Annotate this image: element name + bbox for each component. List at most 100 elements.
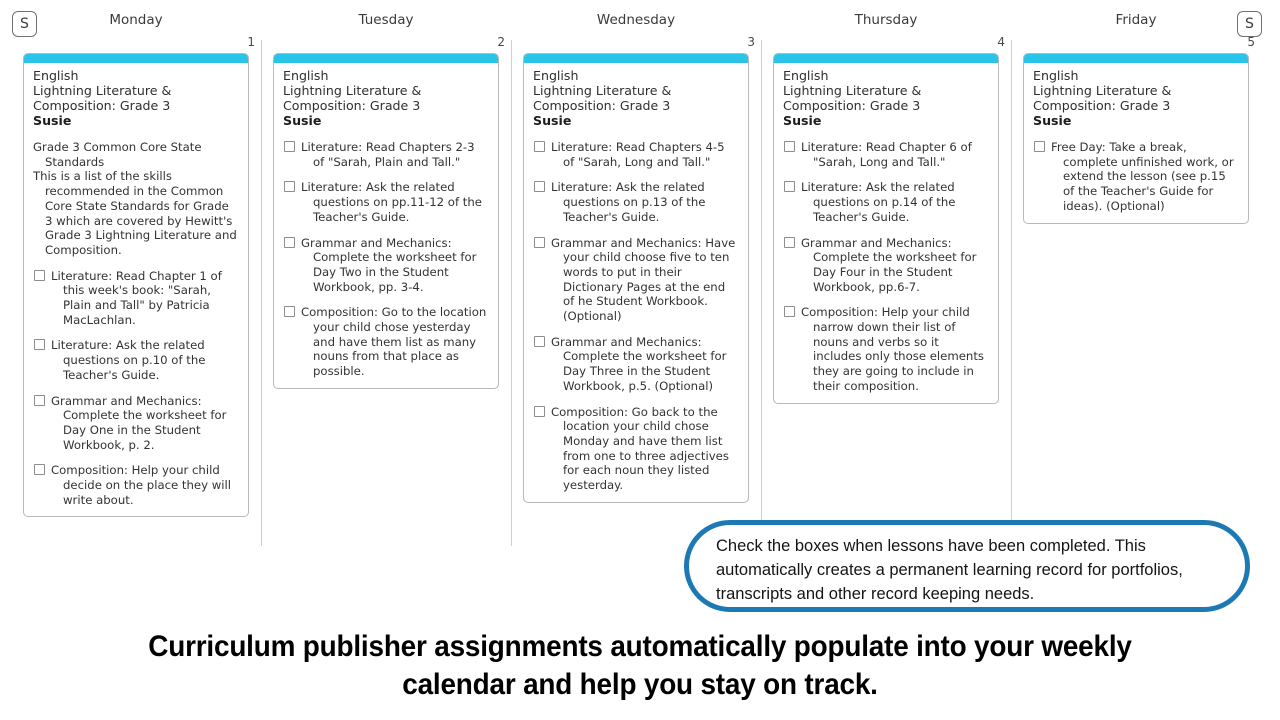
course-line-2: Lightning Literature &: [1033, 83, 1172, 98]
task-item: Literature: Ask the related questions on…: [33, 338, 239, 382]
course-line-1: English: [1033, 68, 1079, 83]
course-line-3: Composition: Grade 3: [33, 98, 171, 113]
callout-bubble: Check the boxes when lessons have been c…: [684, 520, 1250, 612]
task-text: Composition: Go to the location your chi…: [301, 305, 487, 379]
task-text: Literature: Ask the related questions on…: [801, 180, 956, 224]
day-label-thursday[interactable]: Thursday: [761, 12, 1011, 28]
day-label-monday[interactable]: Monday: [11, 12, 261, 28]
card-accent-bar: [774, 54, 998, 63]
task-item: Literature: Read Chapter 1 of this week'…: [33, 269, 239, 328]
day-column-3: 3 English Lightning Literature & Compositio…: [511, 35, 762, 548]
course-line-3: Composition: Grade 3: [1033, 98, 1171, 113]
student-name: Susie: [1033, 113, 1072, 128]
task-item: Literature: Ask the related questions on…: [783, 180, 989, 224]
task-text: Literature: Ask the related questions on…: [301, 180, 482, 224]
task-text: Literature: Read Chapters 4-5 of "Sarah,…: [551, 140, 725, 169]
checkbox-icon[interactable]: [284, 181, 295, 193]
checkbox-icon[interactable]: [534, 335, 545, 347]
event-card[interactable]: English Lightning Literature & Composition…: [773, 53, 999, 404]
task-item: Literature: Read Chapters 2-3 of "Sarah,…: [283, 140, 489, 169]
course-line-3: Composition: Grade 3: [783, 98, 921, 113]
card-accent-bar: [524, 54, 748, 63]
task-text: Grammar and Mechanics: Complete the work…: [51, 393, 227, 452]
day-label-wednesday[interactable]: Wednesday: [511, 12, 761, 28]
checkbox-icon[interactable]: [534, 236, 545, 248]
task-text: Grammar and Mechanics: Complete the work…: [801, 235, 977, 294]
task-item: Literature: Ask the related questions on…: [283, 180, 489, 224]
card-body: English Lightning Literature & Composition…: [1024, 63, 1248, 223]
task-note: Grade 3 Common Core State Standards: [33, 140, 239, 169]
checkbox-icon[interactable]: [534, 405, 545, 417]
day-number-2: 2: [497, 35, 505, 49]
day-column-1: 1 English Lightning Literature & Compositio…: [11, 35, 262, 548]
card-accent-bar: [274, 54, 498, 63]
card-body: English Lightning Literature & Composition…: [24, 63, 248, 516]
student-name: Susie: [283, 113, 322, 128]
checkbox-icon[interactable]: [784, 141, 795, 152]
task-text: Grade 3 Common Core State Standards: [33, 140, 202, 169]
checkbox-icon[interactable]: [284, 236, 295, 248]
task-text: Composition: Help your child narrow down…: [801, 305, 985, 393]
task-text: Literature: Read Chapters 2-3 of "Sarah,…: [301, 140, 475, 169]
task-item: Composition: Help your child narrow down…: [783, 305, 989, 393]
course-line-3: Composition: Grade 3: [533, 98, 671, 113]
course-line-1: English: [533, 68, 579, 83]
checkbox-icon[interactable]: [34, 464, 45, 476]
event-card[interactable]: English Lightning Literature & Composition…: [23, 53, 249, 518]
day-number-3: 3: [747, 35, 755, 49]
day-column-5: 5 English Lightning Literature & Compositio…: [1011, 35, 1261, 548]
day-number-1: 1: [247, 35, 255, 49]
checkbox-icon[interactable]: [784, 236, 795, 248]
task-item: Composition: Go to the location your chi…: [283, 305, 489, 379]
task-list: Literature: Read Chapter 6 of "Sarah, Lo…: [783, 140, 989, 394]
checkbox-icon[interactable]: [34, 394, 45, 406]
task-text: Composition: Go back to the location you…: [551, 404, 729, 493]
task-item: Free Day: Take a break, complete unfinis…: [1033, 140, 1239, 214]
card-body: English Lightning Literature & Composition…: [774, 63, 998, 403]
checkbox-icon[interactable]: [534, 181, 545, 193]
course-line-2: Lightning Literature &: [283, 83, 422, 98]
checkbox-icon[interactable]: [784, 181, 795, 193]
card-body: English Lightning Literature & Composition…: [274, 63, 498, 388]
task-text: Grammar and Mechanics: Complete the work…: [551, 334, 727, 393]
course-line-2: Lightning Literature &: [533, 83, 672, 98]
event-card[interactable]: English Lightning Literature & Composition…: [1023, 53, 1249, 224]
task-item: Literature: Read Chapter 6 of "Sarah, Lo…: [783, 140, 989, 169]
course-line-1: English: [783, 68, 829, 83]
checkbox-icon[interactable]: [784, 306, 795, 318]
task-text: Grammar and Mechanics: Have your child c…: [551, 235, 736, 324]
task-text: Literature: Ask the related questions on…: [551, 180, 706, 224]
task-item: Grammar and Mechanics: Complete the work…: [283, 236, 489, 295]
student-name: Susie: [33, 113, 72, 128]
day-label-tuesday[interactable]: Tuesday: [261, 12, 511, 28]
task-text: Composition: Help your child decide on t…: [51, 463, 232, 507]
day-number-4: 4: [997, 35, 1005, 49]
course-line-1: English: [283, 68, 329, 83]
checkbox-icon[interactable]: [34, 269, 45, 281]
course-line-2: Lightning Literature &: [783, 83, 922, 98]
task-list: Literature: Read Chapters 4-5 of "Sarah,…: [533, 140, 739, 493]
task-item: Literature: Read Chapters 4-5 of "Sarah,…: [533, 140, 739, 169]
day-number-5: 5: [1247, 35, 1255, 49]
checkbox-icon[interactable]: [34, 339, 45, 351]
task-text: Literature: Ask the related questions on…: [51, 338, 206, 382]
checkbox-icon[interactable]: [284, 306, 295, 318]
course-line-1: English: [33, 68, 79, 83]
day-label-friday[interactable]: Friday: [1011, 12, 1261, 28]
event-card[interactable]: English Lightning Literature & Composition…: [523, 53, 749, 503]
card-accent-bar: [24, 54, 248, 63]
card-accent-bar: [1024, 54, 1248, 63]
day-column-4: 4 English Lightning Literature & Compositio…: [761, 35, 1012, 548]
checkbox-icon[interactable]: [534, 141, 545, 152]
task-list: Free Day: Take a break, complete unfinis…: [1033, 140, 1239, 214]
student-name: Susie: [783, 113, 822, 128]
page-caption: Curriculum publisher assignments automat…: [148, 630, 1132, 701]
weekly-calendar-grid: 1 English Lightning Literature & Compositio…: [0, 35, 1280, 548]
event-card[interactable]: English Lightning Literature & Composition…: [273, 53, 499, 389]
task-list: Grade 3 Common Core State Standards This …: [33, 140, 239, 507]
task-list: Literature: Read Chapters 2-3 of "Sarah,…: [283, 140, 489, 379]
checkbox-icon[interactable]: [1034, 141, 1045, 152]
course-line-2: Lightning Literature &: [33, 83, 172, 98]
checkbox-icon[interactable]: [284, 141, 295, 152]
task-text: This is a list of the skills recommended…: [33, 169, 237, 257]
